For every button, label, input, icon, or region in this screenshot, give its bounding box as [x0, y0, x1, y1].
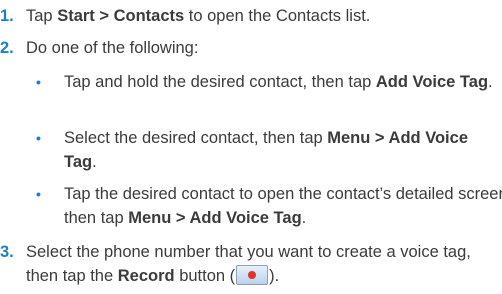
bullet-dot: •	[36, 186, 41, 202]
step-1: 1. Tap Start > Contacts to open the Cont…	[0, 4, 500, 28]
bullet-text-post: .	[92, 153, 97, 171]
step-text-bold: Start > Contacts	[57, 7, 185, 25]
record-dot-icon	[248, 271, 257, 279]
bullet-text: Tap the desired contact to open the cont…	[64, 182, 502, 230]
step-text-post-2: ).	[269, 267, 280, 285]
step-3: 3. Select the phone number that you want…	[0, 240, 500, 290]
step-text-pre: Tap	[26, 7, 58, 25]
bullet-text-pre: Tap and hold the desired contact, then t…	[64, 73, 376, 91]
bullet-dot: •	[36, 130, 41, 146]
step-2: 2. Do one of the following:	[0, 36, 500, 60]
step-text: Tap Start > Contacts to open the Contact…	[26, 4, 502, 28]
step-number: 3.	[0, 243, 14, 261]
bullet-item: • Tap and hold the desired contact, then…	[36, 70, 502, 118]
step-number: 1.	[0, 7, 14, 25]
instruction-document: 1. Tap Start > Contacts to open the Cont…	[0, 0, 502, 294]
bullet-text-post: .	[301, 209, 307, 227]
bullet-text-pre: Select the desired contact, then tap	[64, 129, 328, 147]
bullet-text-bold: Add Voice Tag	[375, 73, 489, 91]
bullet-text-bold: Menu > Add Voice Tag	[128, 209, 302, 227]
bullet-text: Select the desired contact, then tap Men…	[64, 126, 502, 174]
step-text: Do one of the following:	[26, 39, 199, 57]
bullet-text-post: .	[488, 73, 493, 91]
bullet-item: • Select the desired contact, then tap M…	[36, 126, 502, 174]
step-text: Select the phone number that you want to…	[26, 240, 502, 288]
bullet-item: • Tap the desired contact to open the co…	[36, 182, 502, 230]
bullet-dot: •	[36, 74, 41, 90]
step-text-post: button (	[174, 267, 236, 285]
step-text-bold: Record	[117, 267, 175, 285]
record-button-icon	[236, 265, 269, 285]
step-number: 2.	[0, 39, 14, 57]
step-text-post: to open the Contacts list.	[184, 7, 371, 25]
bullet-text: Tap and hold the desired contact, then t…	[64, 70, 502, 94]
